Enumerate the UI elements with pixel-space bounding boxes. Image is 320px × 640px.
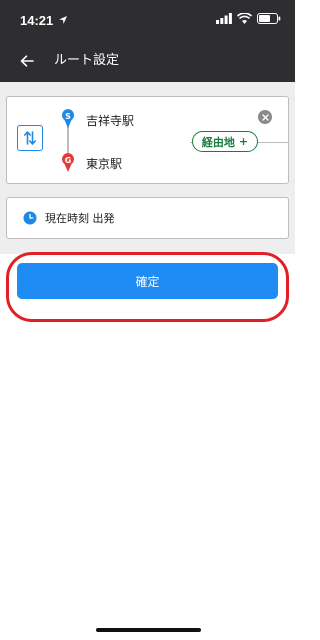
- clock-icon: [23, 211, 37, 225]
- goal-pin-icon: G: [62, 153, 74, 172]
- confirm-button[interactable]: 確定: [17, 263, 278, 299]
- swap-button[interactable]: [17, 125, 43, 151]
- route-settings-panel: S G 吉祥寺駅 東京駅 経由地 + 現在時刻 出発: [0, 82, 295, 254]
- add-via-button[interactable]: 経由地 +: [192, 131, 258, 152]
- page-title: ルート設定: [54, 53, 120, 68]
- status-icons: [216, 13, 281, 24]
- location-arrow-icon: [59, 16, 67, 24]
- arrow-left-icon: [20, 55, 34, 67]
- wifi-icon: [237, 13, 252, 24]
- plus-icon: +: [238, 135, 249, 148]
- clear-start-button[interactable]: [258, 110, 272, 124]
- start-marker-text: S: [65, 112, 71, 121]
- goal-station-field[interactable]: 東京駅: [86, 155, 122, 172]
- home-indicator: [96, 628, 201, 632]
- route-card: S G 吉祥寺駅 東京駅 経由地 +: [6, 96, 289, 184]
- departure-time-selector[interactable]: 現在時刻 出発: [6, 197, 289, 239]
- status-time: 14:21: [20, 13, 54, 28]
- start-pin-icon: S: [62, 109, 74, 128]
- goal-marker-text: G: [65, 156, 72, 165]
- swap-icon: [24, 131, 36, 145]
- battery-icon: [257, 13, 281, 24]
- app-header: ルート設定: [0, 38, 295, 82]
- status-bar: 14:21: [0, 0, 295, 38]
- departure-time-label: 現在時刻 出発: [45, 212, 115, 225]
- back-button[interactable]: [14, 48, 40, 74]
- close-icon: [261, 113, 269, 121]
- via-label: 経由地: [201, 135, 235, 149]
- start-station-field[interactable]: 吉祥寺駅: [86, 112, 134, 129]
- signal-icon: [216, 13, 232, 24]
